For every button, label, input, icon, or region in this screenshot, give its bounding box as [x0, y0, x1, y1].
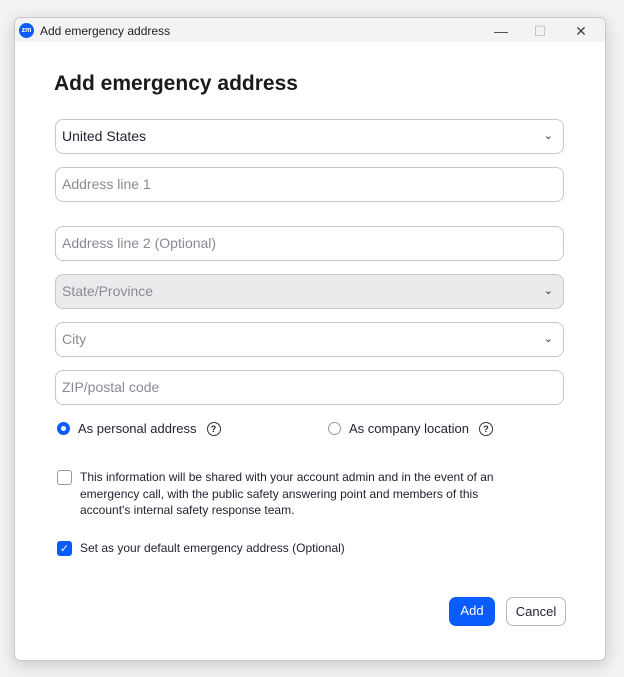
help-icon[interactable]: ? [478, 421, 493, 436]
chevron-down-icon: ⌄ [543, 285, 553, 297]
radio-button-selected[interactable] [57, 422, 70, 435]
radio-label: As company location [349, 421, 469, 436]
country-value: United States [62, 128, 147, 144]
consent-text: This information will be shared with you… [80, 470, 494, 517]
consent-checkbox[interactable] [57, 470, 72, 485]
radio-personal-address[interactable]: As personal address ? [57, 421, 221, 436]
address-line-1-input[interactable]: Address line 1 [55, 167, 564, 202]
city-select[interactable]: City ⌄ [55, 322, 564, 357]
add-button[interactable]: Add [449, 597, 495, 626]
zoom-logo-icon: zm [19, 23, 34, 38]
maximize-button[interactable]: ☐ [520, 20, 560, 42]
default-address-label: Set as your default emergency address (O… [80, 541, 345, 555]
minimize-button[interactable]: — [481, 20, 521, 42]
default-address-checkbox[interactable]: ✓ [57, 541, 72, 556]
close-button[interactable]: ✕ [561, 20, 601, 42]
state-select[interactable]: State/Province ⌄ [55, 274, 564, 309]
chevron-down-icon: ⌄ [543, 130, 553, 142]
zip-input[interactable]: ZIP/postal code [55, 370, 564, 405]
address-line-2-input[interactable]: Address line 2 (Optional) [55, 226, 564, 261]
dialog-window: zm Add emergency address — ☐ ✕ Add emerg… [14, 17, 606, 661]
window-title: Add emergency address [40, 24, 171, 38]
radio-label: As personal address [78, 421, 197, 436]
state-placeholder: State/Province [62, 283, 154, 299]
city-placeholder: City [62, 331, 87, 347]
country-select[interactable]: United States ⌄ [55, 119, 564, 154]
cancel-button[interactable]: Cancel [506, 597, 566, 626]
page-title: Add emergency address [54, 72, 298, 95]
title-bar: zm Add emergency address — ☐ ✕ [15, 18, 605, 42]
checkmark-icon: ✓ [59, 543, 70, 555]
radio-company-location[interactable]: As company location ? [328, 421, 493, 436]
help-icon[interactable]: ? [206, 421, 221, 436]
chevron-down-icon: ⌄ [543, 333, 553, 345]
radio-button[interactable] [328, 422, 341, 435]
